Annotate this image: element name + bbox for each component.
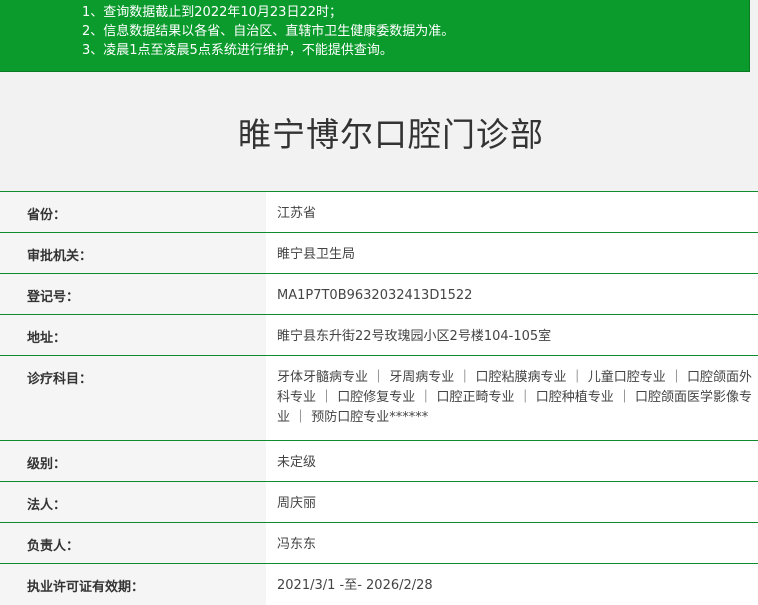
person-in-charge-label: 负责人： [0,522,266,564]
page-title: 睢宁博尔口腔门诊部 [238,115,544,154]
registration-label: 登记号： [0,273,266,315]
row-authority: 审批机关： 睢宁县卫生局 [0,232,758,274]
level-value: 未定级 [266,440,758,482]
row-license-validity: 执业许可证有效期： 2021/3/1 -至- 2026/2/28 [0,563,758,605]
province-value: 江苏省 [266,191,758,233]
address-label: 地址： [0,314,266,356]
address-value: 睢宁县东升街22号玫瑰园小区2号楼104-105室 [266,314,758,356]
row-province: 省份： 江苏省 [0,191,758,233]
legal-person-label: 法人： [0,481,266,523]
province-label: 省份： [0,191,266,233]
legal-person-value: 周庆丽 [266,481,758,523]
license-validity-value: 2021/3/1 -至- 2026/2/28 [266,563,758,605]
departments-label: 诊疗科目： [0,355,266,441]
notice-line-3: 3、凌晨1点至凌晨5点系统进行维护，不能提供查询。 [82,43,393,58]
row-registration: 登记号： MA1P7T0B9632032413D1522 [0,273,758,315]
authority-value: 睢宁县卫生局 [266,232,758,274]
row-departments: 诊疗科目： 牙体牙髓病专业 ｜ 牙周病专业 ｜ 口腔粘膜病专业 ｜ 儿童口腔专业… [0,355,758,441]
clinic-info-table: 省份： 江苏省 审批机关： 睢宁县卫生局 登记号： MA1P7T0B963203… [0,191,758,605]
row-legal-person: 法人： 周庆丽 [0,481,758,523]
license-validity-label: 执业许可证有效期： [0,563,266,605]
notice-line-2: 2、信息数据结果以各省、自治区、直辖市卫生健康委数据为准。 [82,24,455,39]
departments-value: 牙体牙髓病专业 ｜ 牙周病专业 ｜ 口腔粘膜病专业 ｜ 儿童口腔专业 ｜ 口腔颌… [266,355,758,441]
notice-line-1: 1、查询数据截止到2022年10月23日22时； [82,5,342,20]
authority-label: 审批机关： [0,232,266,274]
notice-banner: 1、查询数据截止到2022年10月23日22时； 2、信息数据结果以各省、自治区… [0,0,750,72]
row-person-in-charge: 负责人： 冯东东 [0,522,758,564]
person-in-charge-value: 冯东东 [266,522,758,564]
level-label: 级别： [0,440,266,482]
registration-value: MA1P7T0B9632032413D1522 [266,273,758,315]
row-level: 级别： 未定级 [0,440,758,482]
row-address: 地址： 睢宁县东升街22号玫瑰园小区2号楼104-105室 [0,314,758,356]
